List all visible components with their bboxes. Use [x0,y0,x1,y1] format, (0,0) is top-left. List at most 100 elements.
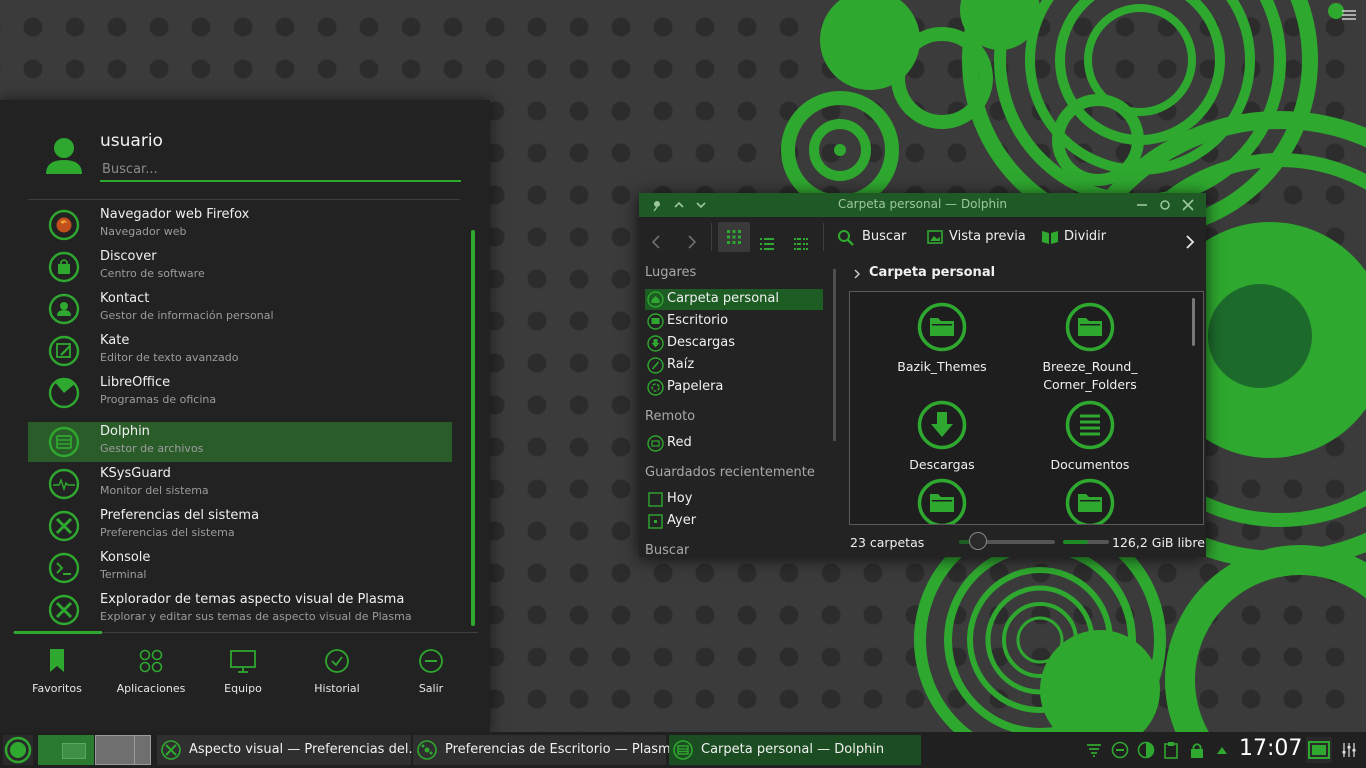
app-item-theme-explorer[interactable]: Explorador de temas aspecto visual de Pl… [28,590,452,630]
tab-aplicaciones[interactable]: Aplicaciones [106,648,196,706]
lock-icon[interactable] [1188,741,1206,759]
icons-view-button[interactable] [718,222,750,252]
launcher-icon [4,736,32,764]
toolbar-separator [823,223,824,251]
network-icon [647,435,664,452]
launcher-divider [28,199,460,200]
application-launcher [0,100,490,732]
app-description: Gestor de información personal [100,309,274,322]
place-ayer[interactable]: Ayer [645,511,823,532]
today-icon [648,492,663,507]
leave-icon [419,649,443,673]
free-space: 126,2 GiB libre [1112,535,1205,550]
app-item-dolphin[interactable]: Dolphin Gestor de archivos [28,422,452,462]
desktop-2[interactable] [95,735,151,765]
place-red[interactable]: Red [645,433,823,454]
yesterday-icon [648,514,663,529]
tab-label: Salir [418,682,444,695]
preview-icon [927,230,943,244]
file-name: Breeze_Round_ Corner_Folders [1042,359,1138,392]
app-item-konsole[interactable]: Konsole Terminal [28,548,452,588]
app-name: Kate [100,333,130,348]
tab-historial[interactable]: Historial [292,648,382,706]
compact-view-icon[interactable] [793,229,809,259]
forward-arrow-icon[interactable] [681,227,701,257]
split-button-label: Dividir [1064,229,1107,244]
window-title: Carpeta personal — Dolphin [837,197,1008,211]
task-dolphin[interactable]: Carpeta personal — Dolphin [669,735,921,765]
file-item-folder-partial[interactable] [867,478,1017,524]
plasma-task-icon [417,740,437,760]
file-view-scrollbar[interactable] [1192,298,1195,346]
place-raiz[interactable]: Raíz [645,355,823,376]
preview-button[interactable]: Vista previa [925,222,1026,252]
zoom-slider-handle[interactable] [969,532,988,550]
discover-icon [48,251,80,283]
app-item-firefox[interactable]: Navegador web Firefox Navegador web [28,205,452,245]
place-label: Ayer [667,513,697,528]
place-papelera[interactable]: Papelera [645,377,823,398]
more-tools-chevron-icon[interactable] [1182,227,1198,257]
settings-task-icon [161,740,181,760]
list-view-icon[interactable] [759,229,775,259]
file-item-documentos[interactable]: Documentos [1015,400,1165,474]
folder-icon [1065,302,1115,352]
place-descargas[interactable]: Descargas [645,333,823,354]
task-preferencias-escritorio[interactable]: Preferencias de Escritorio — Plasma [413,735,679,765]
app-item-kate[interactable]: Kate Editor de texto avanzado [28,331,452,371]
app-description: Centro de software [100,267,205,280]
tab-equipo[interactable]: Equipo [198,648,288,706]
file-view[interactable]: Bazik_Themes Breeze_Round_ Corner_Folder… [849,291,1204,525]
konsole-icon [48,552,80,584]
clipboard-icon[interactable] [1162,741,1180,759]
split-button[interactable]: Dividir [1039,222,1109,252]
file-item-breeze-round-corner-folders[interactable]: Breeze_Round_ Corner_Folders [1015,302,1165,394]
app-item-kontact[interactable]: Kontact Gestor de información personal [28,289,452,329]
file-item-bazik-themes[interactable]: Bazik_Themes [867,302,1017,376]
file-item-descargas[interactable]: Descargas [867,400,1017,474]
launcher-scrollbar[interactable] [471,230,475,626]
place-escritorio[interactable]: Escritorio [645,311,823,332]
launcher-search-input[interactable] [100,158,461,182]
app-item-ksysguard[interactable]: KSysGuard Monitor del sistema [28,464,452,504]
app-item-system-settings[interactable]: Preferencias del sistema Preferencias de… [28,506,452,546]
place-carpeta-personal[interactable]: Carpeta personal [645,289,823,310]
window-titlebar[interactable]: Carpeta personal — Dolphin [639,193,1206,217]
downloads-icon [647,335,664,352]
app-item-discover[interactable]: Discover Centro de software [28,247,452,287]
back-arrow-icon[interactable] [647,227,667,257]
places-scrollbar[interactable] [833,269,836,441]
bookmark-icon [50,649,64,672]
do-not-disturb-icon[interactable] [1111,741,1129,759]
history-icon [325,649,349,673]
tab-label: Historial [314,682,360,695]
split-icon [1042,231,1058,244]
dolphin-window: Carpeta personal — Dolphin Buscar Vista … [639,193,1206,557]
search-button[interactable]: Buscar [835,222,907,252]
app-description: Editor de texto avanzado [100,351,239,364]
task-aspecto-visual[interactable]: Aspecto visual — Preferencias del... [157,735,421,765]
tab-salir[interactable]: Salir [386,648,476,706]
panel-settings-icon[interactable] [1340,741,1358,759]
network-tray-icon[interactable] [1085,741,1103,759]
application-launcher-button[interactable] [3,735,33,765]
file-item-folder-partial[interactable] [1015,478,1165,524]
minimize-icon[interactable] [1134,197,1150,213]
place-label: Escritorio [667,313,729,328]
tray-expand-arrow-icon[interactable] [1213,741,1231,759]
user-avatar-icon[interactable] [42,134,86,178]
app-description: Explorar y editar sus temas de aspecto v… [100,610,412,623]
desktop-1[interactable] [38,735,94,765]
tab-favoritos[interactable]: Favoritos [12,648,102,706]
clock[interactable]: 17:07 [1239,736,1302,761]
maximize-icon[interactable] [1157,197,1173,213]
computer-icon [230,650,256,673]
close-icon[interactable] [1180,197,1196,213]
home-icon [647,291,664,308]
documents-folder-icon [1065,400,1115,450]
night-color-icon[interactable] [1137,741,1155,759]
place-hoy[interactable]: Hoy [645,489,823,510]
app-item-libreoffice[interactable]: LibreOffice Programas de oficina [28,373,452,413]
show-desktop-button[interactable] [1306,737,1332,763]
desktop-toolbox-icon[interactable] [1326,2,1362,24]
